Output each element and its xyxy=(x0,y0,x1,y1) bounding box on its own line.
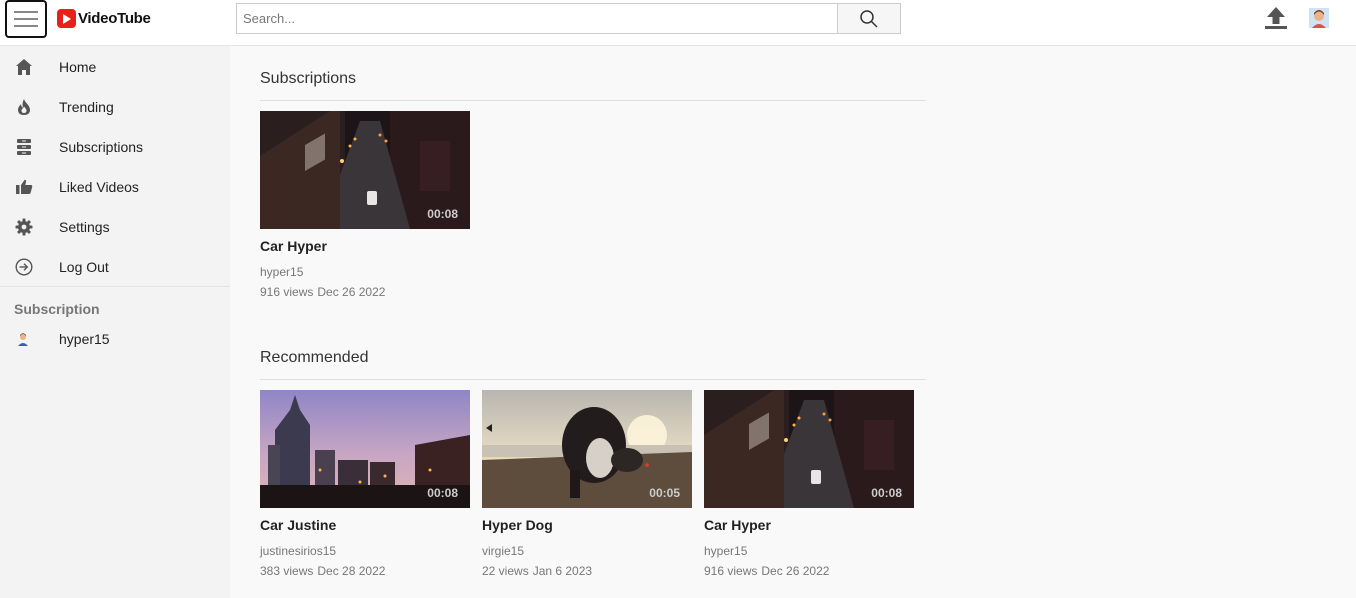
user-avatar[interactable] xyxy=(1308,7,1330,29)
upload-icon xyxy=(1265,7,1287,29)
sidebar-item-trending[interactable]: Trending xyxy=(0,87,230,127)
video-title[interactable]: Hyper Dog xyxy=(482,517,692,533)
video-thumbnail[interactable]: 00:08 xyxy=(704,390,914,508)
search-icon xyxy=(860,9,878,28)
video-meta: 916 views Dec 26 2022 xyxy=(704,564,914,578)
video-date: Dec 26 2022 xyxy=(761,564,830,578)
video-date: Jan 6 2023 xyxy=(532,564,593,578)
video-channel[interactable]: hyper15 xyxy=(260,265,470,279)
sidebar-item-label: Liked Videos xyxy=(59,179,139,195)
play-logo-icon xyxy=(57,9,76,28)
video-duration: 00:08 xyxy=(427,486,458,500)
upload-button[interactable] xyxy=(1262,4,1290,32)
menu-line xyxy=(14,25,38,27)
video-channel[interactable]: hyper15 xyxy=(704,544,914,558)
logout-icon xyxy=(14,257,34,277)
sidebar-item-liked-videos[interactable]: Liked Videos xyxy=(0,167,230,207)
video-card[interactable]: 00:05 Hyper Dog virgie15 22 views Jan 6 2… xyxy=(482,390,692,578)
menu-line xyxy=(14,18,38,20)
hamburger-menu-button[interactable] xyxy=(5,0,47,38)
search-button[interactable] xyxy=(837,3,901,34)
recommended-section-title: Recommended xyxy=(260,349,369,366)
top-bar: VideoTube xyxy=(0,0,1356,46)
video-duration: 00:08 xyxy=(871,486,902,500)
video-meta: 916 views Dec 26 2022 xyxy=(260,285,470,299)
subscriptions-section-title: Subscriptions xyxy=(260,70,357,87)
sidebar-item-settings[interactable]: Settings xyxy=(0,207,230,247)
video-views: 916 views xyxy=(704,564,758,578)
sidebar-item-label: Trending xyxy=(59,99,114,115)
video-views: 22 views xyxy=(482,564,529,578)
flame-icon xyxy=(14,97,34,117)
search-bar xyxy=(236,3,901,34)
video-meta: 22 views Jan 6 2023 xyxy=(482,564,692,578)
home-icon xyxy=(14,57,34,77)
subscription-heading: Subscription xyxy=(14,301,100,317)
sidebar-item-label: Settings xyxy=(59,219,110,235)
video-date: Dec 26 2022 xyxy=(317,285,386,299)
subscription-channel-name: hyper15 xyxy=(59,331,110,347)
search-input[interactable] xyxy=(236,3,837,34)
sidebar: Home Trending Subscriptions Liked Videos xyxy=(0,46,230,598)
subscription-channel-item[interactable]: hyper15 xyxy=(0,323,230,355)
gear-icon xyxy=(14,217,34,237)
video-duration: 00:08 xyxy=(427,207,458,221)
video-title[interactable]: Car Hyper xyxy=(260,238,470,254)
video-channel[interactable]: virgie15 xyxy=(482,544,692,558)
video-duration: 00:05 xyxy=(649,486,680,500)
video-thumbnail[interactable]: 00:05 xyxy=(482,390,692,508)
video-card[interactable]: 00:08 Car Hyper hyper15 916 views Dec 26 … xyxy=(704,390,914,578)
video-date: Dec 28 2022 xyxy=(317,564,386,578)
video-views: 383 views xyxy=(260,564,314,578)
app-name: VideoTube xyxy=(78,10,151,27)
app-logo[interactable]: VideoTube xyxy=(57,9,151,28)
channel-avatar xyxy=(16,332,30,346)
sidebar-item-label: Log Out xyxy=(59,259,109,275)
menu-line xyxy=(14,11,38,13)
thumbs-up-icon xyxy=(14,177,34,197)
video-channel[interactable]: justinesirios15 xyxy=(260,544,470,558)
sidebar-divider xyxy=(0,286,230,287)
sidebar-item-label: Home xyxy=(59,59,97,75)
section-divider xyxy=(260,379,926,380)
subscriptions-icon xyxy=(14,137,34,157)
sidebar-item-logout[interactable]: Log Out xyxy=(0,247,230,287)
video-title[interactable]: Car Hyper xyxy=(704,517,914,533)
sidebar-item-label: Subscriptions xyxy=(59,139,144,155)
video-card[interactable]: 00:08 Car Justine justinesirios15 383 vi… xyxy=(260,390,470,578)
video-card[interactable]: 00:08 Car Hyper hyper15 916 views Dec 26 … xyxy=(260,111,470,299)
sidebar-item-subscriptions[interactable]: Subscriptions xyxy=(0,127,230,167)
video-meta: 383 views Dec 28 2022 xyxy=(260,564,470,578)
video-thumbnail[interactable]: 00:08 xyxy=(260,111,470,229)
video-title[interactable]: Car Justine xyxy=(260,517,470,533)
section-divider xyxy=(260,100,926,101)
video-thumbnail[interactable]: 00:08 xyxy=(260,390,470,508)
video-views: 916 views xyxy=(260,285,314,299)
sidebar-item-home[interactable]: Home xyxy=(0,47,230,87)
